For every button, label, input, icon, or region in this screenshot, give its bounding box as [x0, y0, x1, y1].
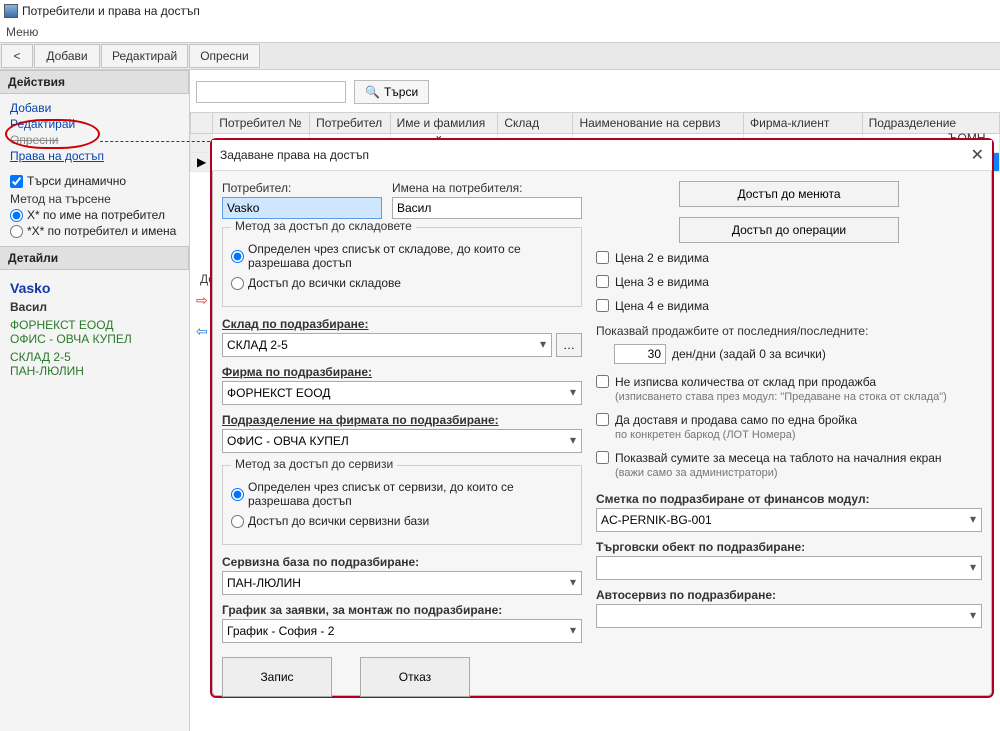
move-right-icon[interactable]: ⇨ — [196, 292, 208, 309]
refresh-button[interactable]: Опресни — [189, 44, 260, 68]
user-field[interactable] — [222, 197, 382, 219]
default-autoservice-select[interactable] — [596, 604, 982, 628]
dynamic-search-label: Търси динамично — [27, 174, 126, 188]
price2-visible-checkbox[interactable] — [596, 251, 609, 264]
app-icon — [4, 4, 18, 18]
default-service-select[interactable] — [222, 571, 582, 595]
action-access-rights[interactable]: Права на достъп — [10, 148, 179, 164]
search-icon: 🔍 — [365, 85, 380, 99]
menu-bar[interactable]: Меню — [0, 22, 1000, 42]
dialog-title: Задаване права на достъп — [220, 148, 369, 162]
default-firm-select[interactable] — [222, 381, 582, 405]
default-schedule-select[interactable] — [222, 619, 582, 643]
search-input[interactable] — [196, 81, 346, 103]
default-service-label: Сервизна база по подразбиране: — [222, 555, 582, 569]
dashboard-month-sums-checkbox[interactable] — [596, 451, 609, 464]
search-by-user-radio[interactable] — [10, 209, 23, 222]
col-name[interactable]: Име и фамилия — [390, 113, 498, 134]
stock-all-radio[interactable] — [231, 277, 244, 290]
detail-dept: ОФИС - ОВЧА КУПЕЛ — [10, 332, 179, 346]
close-icon[interactable]: ✕ — [971, 145, 984, 165]
no-stock-writeoff-checkbox[interactable] — [596, 375, 609, 388]
search-by-user-and-names-radio[interactable] — [10, 225, 23, 238]
menu-access-button[interactable]: Достъп до менюта — [679, 181, 899, 207]
names-label: Имена на потребителя: — [392, 181, 582, 195]
window-titlebar: Потребители и права на достъп — [0, 0, 1000, 22]
default-dept-label: Подразделение на фирмата по подразбиране… — [222, 413, 582, 427]
col-service[interactable]: Наименование на сервиз — [573, 113, 744, 134]
col-stock[interactable]: Склад — [498, 113, 573, 134]
cancel-button[interactable]: Отказ — [360, 657, 470, 697]
detail-name: Васил — [10, 300, 179, 314]
detail-firm: ФОРНЕКСТ ЕООД — [10, 318, 179, 332]
single-unit-checkbox[interactable] — [596, 413, 609, 426]
sales-days-input[interactable] — [614, 344, 666, 364]
user-label: Потребител: — [222, 181, 382, 195]
edit-button[interactable]: Редактирай — [101, 44, 188, 68]
save-button[interactable]: Запис — [222, 657, 332, 697]
action-add[interactable]: Добави — [10, 100, 179, 116]
detail-user: Vasko — [10, 276, 179, 296]
default-firm-label: Фирма по подразбиране: — [222, 365, 582, 379]
move-left-icon[interactable]: ⇦ — [196, 323, 208, 340]
search-button[interactable]: 🔍Търси — [354, 80, 429, 104]
default-schedule-label: График за заявки, за монтаж по подразбир… — [222, 603, 582, 617]
default-stock-select[interactable] — [222, 333, 552, 357]
operations-access-button[interactable]: Достъп до операции — [679, 217, 899, 243]
service-all-radio[interactable] — [231, 515, 244, 528]
col-user-no[interactable]: Потребител № — [213, 113, 310, 134]
action-refresh[interactable]: Опресни — [10, 132, 179, 148]
detail-stock: СКЛАД 2-5 — [10, 350, 179, 364]
dynamic-search-checkbox[interactable] — [10, 175, 23, 188]
sales-days-label: Показвай продажбите от последния/последн… — [596, 324, 982, 338]
default-account-select[interactable] — [596, 508, 982, 532]
default-shop-label: Търговски обект по подразбиране: — [596, 540, 982, 554]
service-list-radio[interactable] — [231, 488, 244, 501]
detail-service: ПАН-ЛЮЛИН — [10, 364, 179, 378]
main-toolbar: < Добави Редактирай Опресни — [0, 42, 1000, 70]
default-account-label: Сметка по подразбиране от финансов модул… — [596, 492, 982, 506]
default-stock-browse-button[interactable]: … — [556, 333, 582, 357]
col-firm[interactable]: Фирма-клиент — [744, 113, 863, 134]
default-shop-select[interactable] — [596, 556, 982, 580]
search-method-label: Метод на търсене — [10, 192, 179, 206]
default-stock-label: Склад по подразбиране: — [222, 317, 582, 331]
col-user[interactable]: Потребител — [310, 113, 390, 134]
sales-days-suffix: ден/дни (задай 0 за всички) — [672, 347, 826, 361]
access-rights-dialog: Задаване права на достъп ✕ Потребител: И… — [210, 138, 994, 698]
back-button[interactable]: < — [1, 44, 33, 68]
stock-access-method-group: Метод за достъп до складовете Определен … — [222, 227, 582, 307]
action-edit[interactable]: Редактирай — [10, 116, 179, 132]
details-panel-head: Детайли — [0, 246, 189, 270]
service-access-method-group: Метод за достъп до сервизи Определен чре… — [222, 465, 582, 545]
window-title: Потребители и права на достъп — [22, 4, 200, 18]
default-autoservice-label: Автосервиз по подразбиране: — [596, 588, 982, 602]
default-dept-select[interactable] — [222, 429, 582, 453]
names-field[interactable] — [392, 197, 582, 219]
stock-list-radio[interactable] — [231, 250, 244, 263]
price4-visible-checkbox[interactable] — [596, 299, 609, 312]
actions-panel-head: Действия — [0, 70, 189, 94]
left-sidebar: Действия Добави Редактирай Опресни Права… — [0, 70, 190, 731]
add-button[interactable]: Добави — [34, 44, 100, 68]
price3-visible-checkbox[interactable] — [596, 275, 609, 288]
